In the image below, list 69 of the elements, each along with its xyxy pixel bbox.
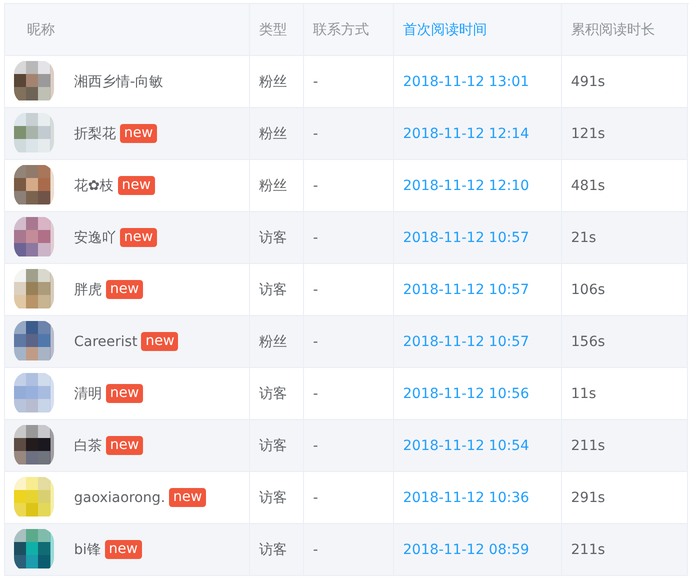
new-badge: new [106, 280, 143, 299]
column-header[interactable]: 联系方式 [304, 4, 394, 56]
read-duration: 21s [571, 230, 596, 246]
first-read-time: 2018-11-12 10:57 [403, 282, 530, 298]
nickname: gaoxiaorong. [74, 490, 166, 506]
first-read-time: 2018-11-12 12:10 [403, 178, 530, 194]
first-read-time: 2018-11-12 10:57 [403, 334, 530, 350]
contact-text: - [313, 438, 318, 454]
contact-text: - [313, 490, 318, 506]
column-label: 类型 [259, 20, 287, 38]
contact-text: - [313, 334, 318, 350]
read-duration: 156s [571, 334, 606, 350]
column-header[interactable]: 类型 [250, 4, 304, 56]
nickname: Careerist [74, 334, 138, 350]
type-text: 访客 [259, 280, 287, 298]
nickname: 清明 [74, 384, 102, 402]
new-badge: new [106, 436, 143, 455]
nickname: 折梨花 [74, 124, 116, 142]
new-badge: new [106, 384, 143, 403]
type-text: 粉丝 [259, 332, 287, 350]
column-label: 累积阅读时长 [571, 20, 655, 38]
read-duration: 491s [571, 74, 606, 90]
nickname: 胖虎 [74, 280, 102, 298]
new-badge: new [120, 228, 157, 247]
read-duration: 121s [571, 126, 606, 142]
read-duration: 106s [571, 282, 606, 298]
type-text: 粉丝 [259, 72, 287, 90]
column-label: 联系方式 [313, 20, 369, 38]
nickname: 湘西乡情-向敏 [74, 72, 164, 90]
new-badge: new [118, 176, 155, 195]
column-label: 首次阅读时间 [403, 20, 487, 38]
first-read-time: 2018-11-12 13:01 [403, 74, 530, 90]
read-duration: 481s [571, 178, 606, 194]
type-text: 访客 [259, 540, 287, 558]
type-text: 粉丝 [259, 124, 287, 142]
read-duration: 11s [571, 386, 596, 402]
column-label: 昵称 [27, 20, 55, 38]
contact-text: - [313, 230, 318, 246]
new-badge: new [169, 488, 206, 507]
read-duration: 211s [571, 542, 606, 558]
first-read-time: 2018-11-12 10:54 [403, 438, 530, 454]
contact-text: - [313, 178, 318, 194]
nickname: bi锋 [74, 540, 101, 558]
contact-text: - [313, 542, 318, 558]
read-duration: 211s [571, 438, 606, 454]
contact-text: - [313, 386, 318, 402]
type-text: 粉丝 [259, 176, 287, 194]
first-read-time: 2018-11-12 10:36 [403, 490, 530, 506]
contact-text: - [313, 282, 318, 298]
nickname: 白茶 [74, 436, 102, 454]
nickname: 安逸吖 [74, 228, 116, 246]
column-header[interactable]: 累积阅读时长 [562, 4, 688, 56]
read-duration: 291s [571, 490, 606, 506]
type-text: 访客 [259, 436, 287, 454]
contact-text: - [313, 74, 318, 90]
nickname: 花✿枝 [74, 176, 114, 194]
type-text: 访客 [259, 384, 287, 402]
new-badge: new [120, 124, 157, 143]
new-badge: new [141, 332, 178, 351]
first-read-time: 2018-11-12 12:14 [403, 126, 530, 142]
column-header[interactable]: 首次阅读时间 [394, 4, 562, 56]
first-read-time: 2018-11-12 10:56 [403, 386, 530, 402]
type-text: 访客 [259, 488, 287, 506]
first-read-time: 2018-11-12 10:57 [403, 230, 530, 246]
column-header[interactable]: 昵称 [5, 4, 250, 56]
contact-text: - [313, 126, 318, 142]
first-read-time: 2018-11-12 08:59 [403, 542, 530, 558]
type-text: 访客 [259, 228, 287, 246]
new-badge: new [104, 540, 142, 559]
